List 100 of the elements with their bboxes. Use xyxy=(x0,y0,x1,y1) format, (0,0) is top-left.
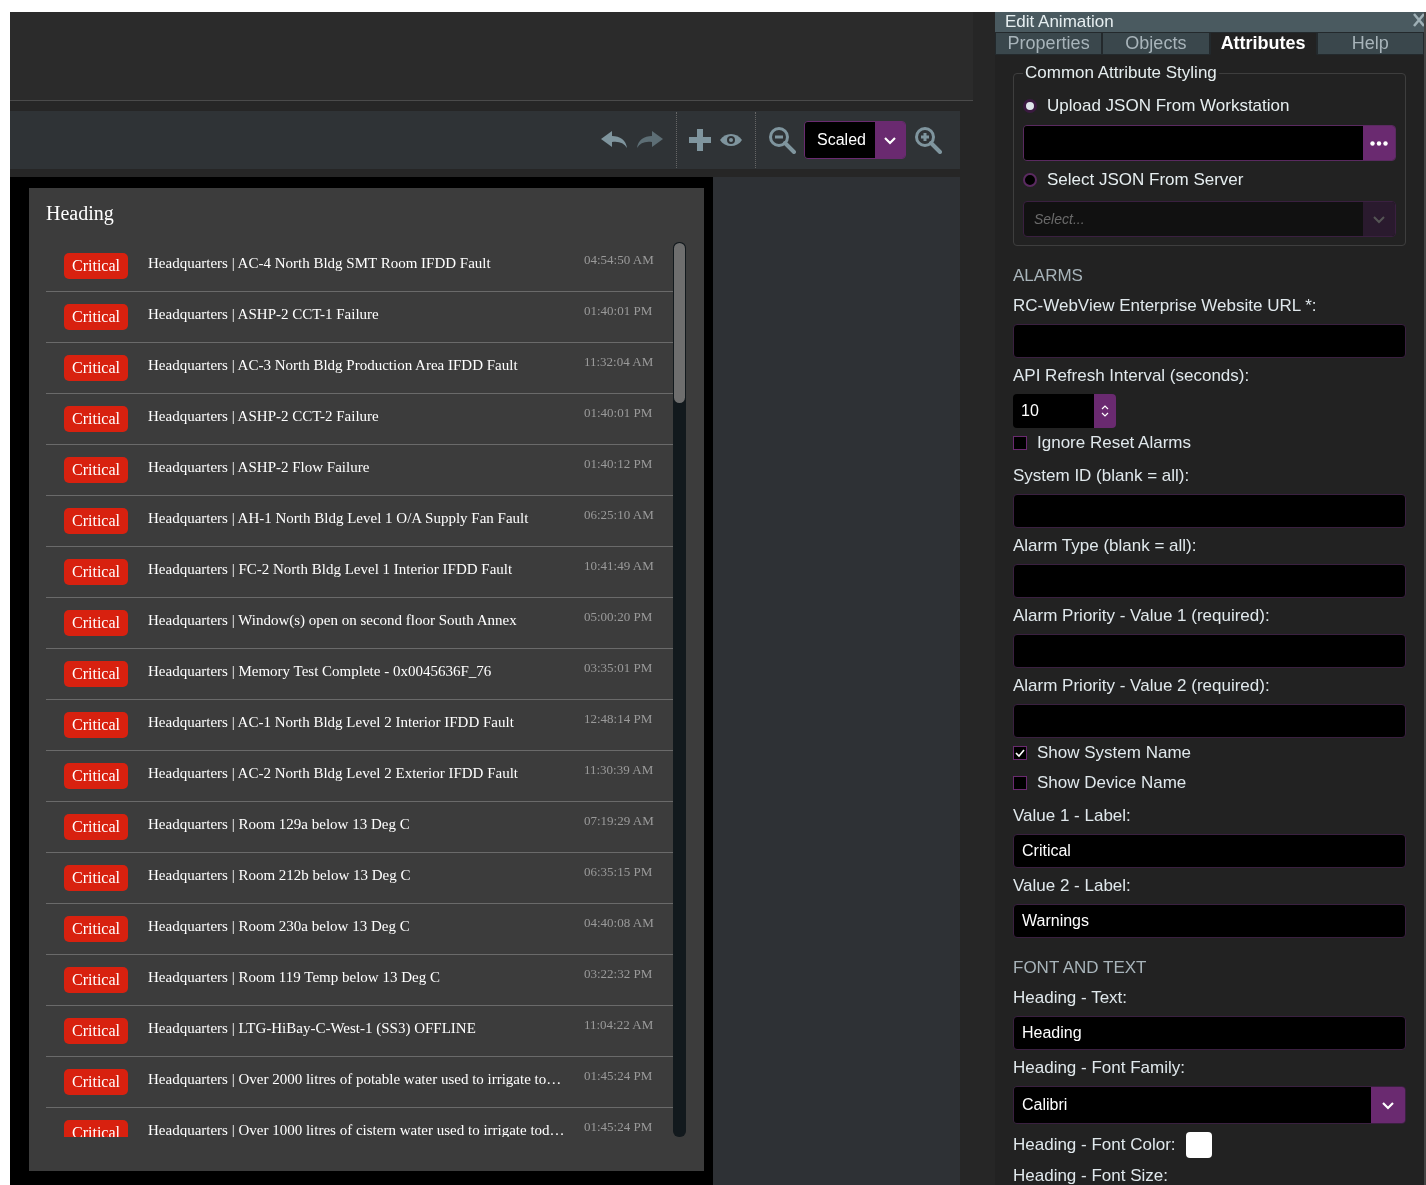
alarm-time: 01:45:24 PM xyxy=(584,1119,653,1135)
alarm-message: Headquarters | Over 2000 litres of potable water used to irrigate to… xyxy=(148,1070,563,1088)
field-label: RC-WebView Enterprise Website URL *: xyxy=(1013,295,1318,317)
file-field[interactable] xyxy=(1023,125,1396,161)
alarm-time: 01:45:24 PM xyxy=(584,1068,653,1084)
tab[interactable]: Help xyxy=(1316,32,1424,55)
alarm-time: 12:48:14 PM xyxy=(584,711,653,727)
dropdown[interactable]: Calibri xyxy=(1013,1086,1406,1124)
field-label: Alarm Priority - Value 2 (required): xyxy=(1013,675,1271,697)
alarm-message: Headquarters | Window(s) open on second floor South Annex xyxy=(148,611,518,629)
zoom-out-icon[interactable] xyxy=(768,126,796,154)
alarm-message: Headquarters | Room 230a below 13 Deg C xyxy=(148,917,411,935)
alarm-message: Headquarters | AH-1 North Bldg Level 1 O/A Supply Fan Fault xyxy=(148,509,530,527)
alarm-message: Headquarters | ASHP-2 CCT-2 Failure xyxy=(148,407,380,425)
alarm-time: 10:41:49 AM xyxy=(584,558,654,574)
field-label: Heading - Font Size: xyxy=(1013,1165,1169,1185)
alarm-time: 03:35:01 PM xyxy=(584,660,653,676)
field-label: API Refresh Interval (seconds): xyxy=(1013,365,1251,387)
checkbox[interactable] xyxy=(1013,746,1027,760)
alarm-time: 06:35:15 PM xyxy=(584,864,653,880)
alarm-time: 04:54:50 AM xyxy=(584,252,654,268)
checkbox[interactable] xyxy=(1013,776,1027,790)
more-icon xyxy=(1370,140,1388,146)
group-legend: Common Attribute Styling xyxy=(1023,63,1219,83)
alarm-time: 11:32:04 AM xyxy=(584,354,654,370)
priority-badge: Critical xyxy=(64,661,128,687)
color-swatch[interactable] xyxy=(1185,1132,1212,1158)
priority-badge: Critical xyxy=(64,1018,128,1044)
field-label: Alarm Priority - Value 1 (required): xyxy=(1013,605,1271,627)
undo-icon[interactable] xyxy=(600,130,628,150)
plus-icon[interactable] xyxy=(689,129,711,151)
redo-icon[interactable] xyxy=(636,130,664,150)
checkbox-label: Show System Name xyxy=(1037,743,1191,763)
alarm-message: Headquarters | Room 212b below 13 Deg C xyxy=(148,866,412,884)
alarm-message: Headquarters | Memory Test Complete - 0x0045636F_76 xyxy=(148,662,493,680)
input-field[interactable]: Warnings xyxy=(1013,904,1406,938)
scrollbar[interactable] xyxy=(673,242,686,1137)
caret-icon xyxy=(1372,214,1386,224)
priority-badge: Critical xyxy=(64,865,128,891)
input-field[interactable] xyxy=(1013,324,1406,358)
section-heading: ALARMS xyxy=(1013,265,1084,287)
input-field[interactable]: Critical xyxy=(1013,834,1406,868)
server-dropdown[interactable]: Select... xyxy=(1023,201,1396,237)
radio-label: Upload JSON From Workstation xyxy=(1047,96,1290,116)
priority-badge: Critical xyxy=(64,355,128,381)
field-label: Value 1 - Label: xyxy=(1013,805,1132,827)
alarm-message: Headquarters | AC-4 North Bldg SMT Room IFDD Fault xyxy=(148,254,492,272)
alarm-time: 05:00:20 PM xyxy=(584,609,653,625)
priority-badge: Critical xyxy=(64,967,128,993)
alarm-time: 04:40:08 AM xyxy=(584,915,654,931)
priority-badge: Critical xyxy=(64,916,128,942)
alarm-message: Headquarters | Room 119 Temp below 13 Deg C xyxy=(148,968,441,986)
priority-badge: Critical xyxy=(64,559,128,585)
radio-label: Select JSON From Server xyxy=(1047,170,1244,190)
input-field[interactable] xyxy=(1013,564,1406,598)
priority-badge: Critical xyxy=(64,253,128,279)
input-field[interactable] xyxy=(1013,494,1406,528)
alarm-message: Headquarters | FC-2 North Bldg Level 1 Interior IFDD Fault xyxy=(148,560,514,578)
panel-title: Edit Animation xyxy=(1005,12,1114,32)
tab[interactable]: Properties xyxy=(995,32,1103,55)
checkbox-label: Show Device Name xyxy=(1037,773,1187,793)
field-label: Value 2 - Label: xyxy=(1013,875,1132,897)
alarm-time: 06:25:10 AM xyxy=(584,507,654,523)
tab[interactable]: Objects xyxy=(1102,32,1210,55)
widget-heading: Heading xyxy=(46,202,115,227)
input-field[interactable] xyxy=(1013,704,1406,738)
zoom-in-icon[interactable] xyxy=(914,126,942,154)
radio-button[interactable] xyxy=(1023,99,1037,113)
field-label: Heading - Font Color: xyxy=(1013,1134,1176,1156)
caret-icon xyxy=(1381,1100,1395,1110)
alarm-message: Headquarters | AC-3 North Bldg Production Area IFDD Fault xyxy=(148,356,519,374)
eye-icon[interactable] xyxy=(719,132,743,148)
field-label: Heading - Font Family: xyxy=(1013,1057,1186,1079)
input-field[interactable]: Heading xyxy=(1013,1016,1406,1050)
checkbox-label: Ignore Reset Alarms xyxy=(1037,433,1191,453)
caret-icon xyxy=(883,135,897,145)
alarm-message: Headquarters | Room 129a below 13 Deg C xyxy=(148,815,411,833)
section-heading: FONT AND TEXT xyxy=(1013,957,1148,979)
alarm-time: 01:40:12 PM xyxy=(584,456,653,472)
field-label: Alarm Type (blank = all): xyxy=(1013,535,1198,557)
priority-badge: Critical xyxy=(64,1069,128,1095)
alarm-time: 03:22:32 PM xyxy=(584,966,653,982)
alarm-message: Headquarters | LTG-HiBay-C-West-1 (SS3) OFFLINE xyxy=(148,1019,477,1037)
input-field[interactable] xyxy=(1013,634,1406,668)
alarm-message: Headquarters | Over 1000 litres of cistern water used to irrigate tod… xyxy=(148,1121,566,1137)
priority-badge: Critical xyxy=(64,406,128,432)
priority-badge: Critical xyxy=(64,712,128,738)
alarm-time: 07:19:29 AM xyxy=(584,813,654,829)
zoom-dropdown[interactable]: Scaled xyxy=(804,121,906,159)
alarm-message: Headquarters | ASHP-2 CCT-1 Failure xyxy=(148,305,380,323)
field-label: Heading - Text: xyxy=(1013,987,1129,1009)
tab[interactable]: Attributes xyxy=(1209,32,1317,55)
field-label: System ID (blank = all): xyxy=(1013,465,1191,487)
alarm-time: 01:40:01 PM xyxy=(584,405,653,421)
radio-button[interactable] xyxy=(1023,173,1037,187)
priority-badge: Critical xyxy=(64,610,128,636)
checkbox[interactable] xyxy=(1013,436,1027,450)
alarm-message: Headquarters | AC-1 North Bldg Level 2 Interior IFDD Fault xyxy=(148,713,515,731)
alarm-time: 11:04:22 AM xyxy=(584,1017,654,1033)
alarm-message: Headquarters | AC-2 North Bldg Level 2 Exterior IFDD Fault xyxy=(148,764,519,782)
